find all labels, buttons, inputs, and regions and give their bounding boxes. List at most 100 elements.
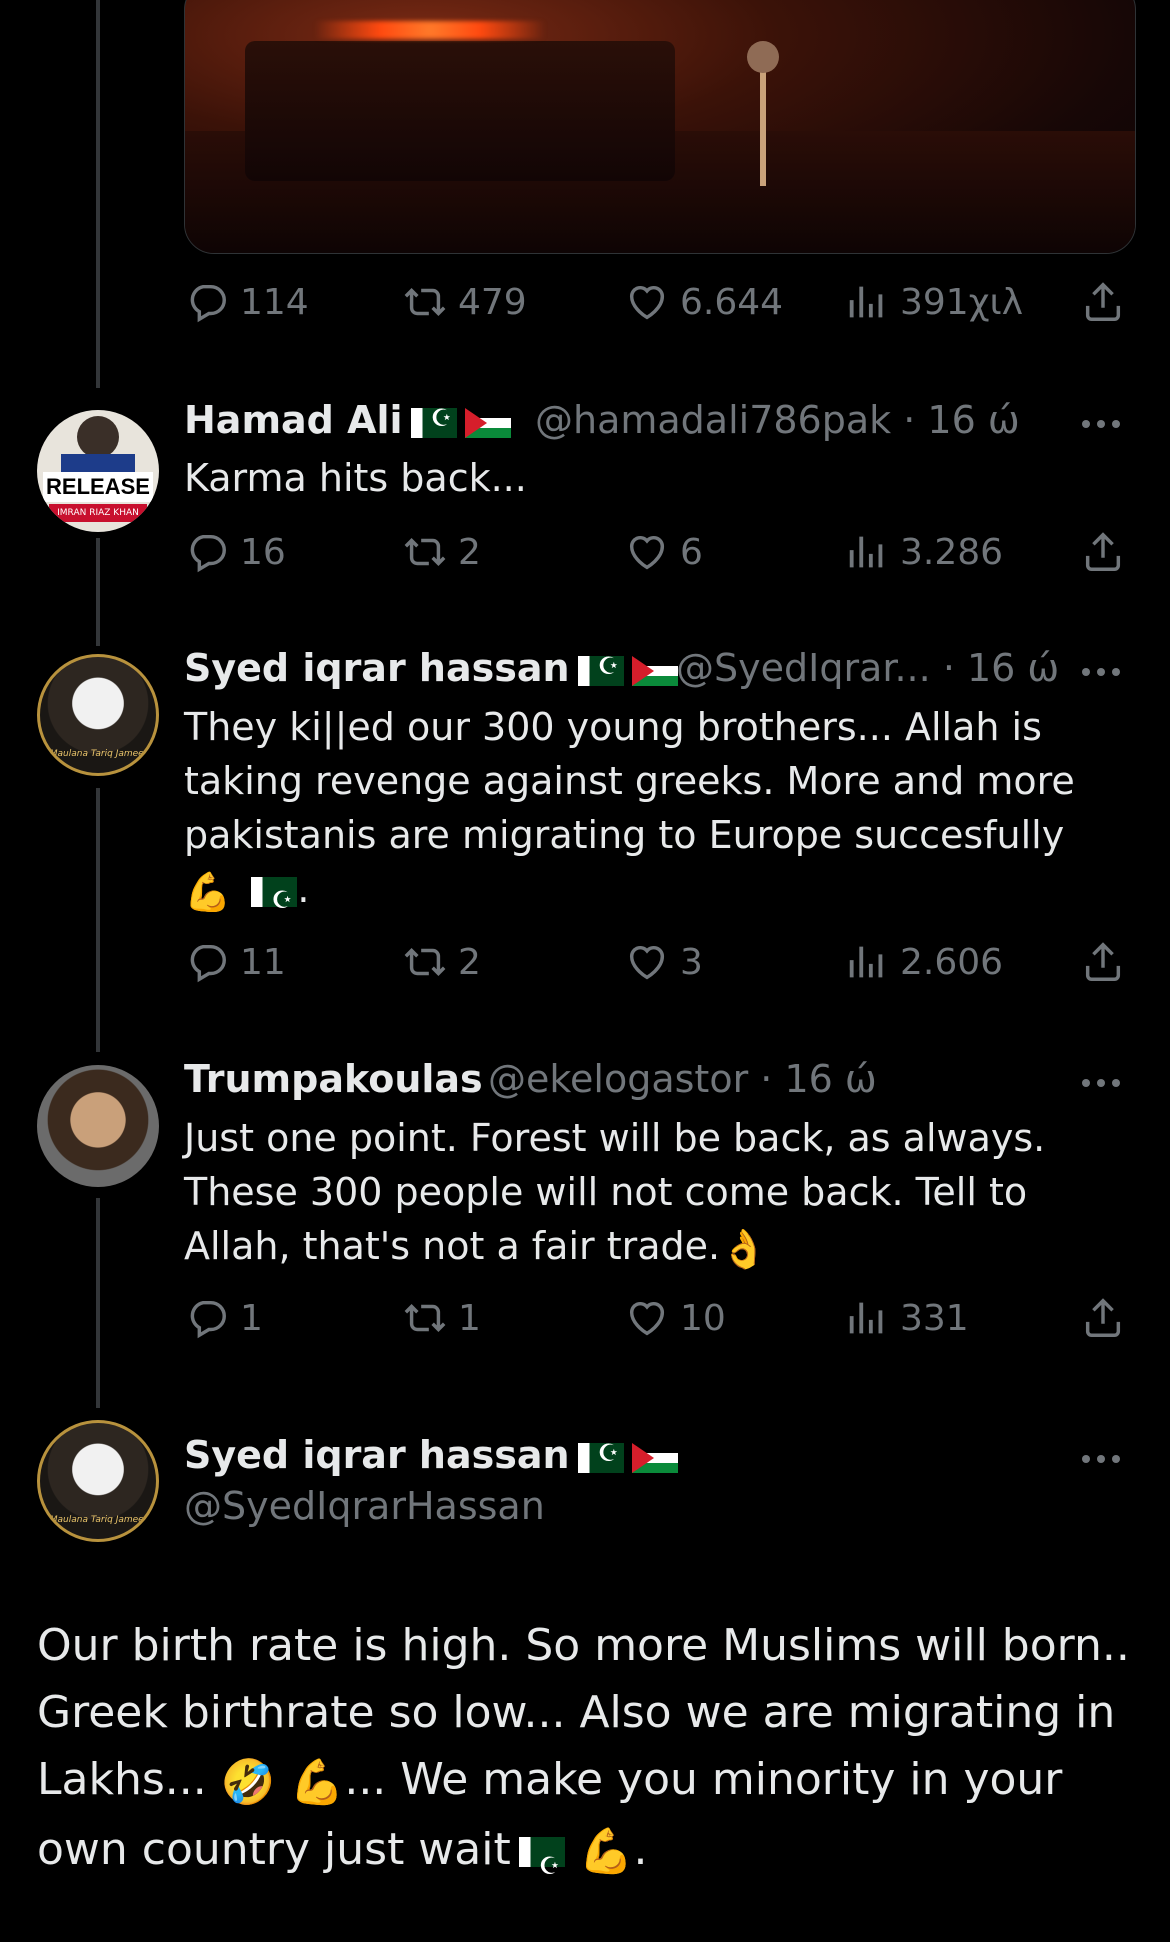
tweet-text: Karma hits back...	[184, 456, 527, 500]
pakistan-flag-icon	[518, 1833, 565, 1900]
user-name-text: Syed iqrar hassan	[184, 1433, 570, 1477]
reply-count: 114	[240, 281, 309, 323]
ok-hand-emoji: 👌	[720, 1226, 768, 1271]
media-pole	[760, 56, 766, 186]
user-name-text: Hamad Ali	[184, 398, 403, 442]
like-count: 6	[680, 531, 703, 573]
views-icon	[844, 1295, 890, 1341]
reply-button[interactable]: 114	[184, 272, 309, 332]
thread-line	[96, 0, 100, 388]
share-icon	[1080, 279, 1126, 325]
tweet-media-image[interactable]	[184, 0, 1136, 254]
user-name-text: Syed iqrar hassan	[184, 646, 570, 690]
reply-count: 1	[240, 1297, 263, 1339]
like-button[interactable]: 6.644	[624, 272, 783, 332]
share-button[interactable]	[1080, 932, 1126, 992]
tweet-time: · 16 ώ	[903, 398, 1020, 442]
like-count: 3	[680, 941, 703, 983]
avatar[interactable]: RELEASE IMRAN RIAZ KHAN	[37, 410, 159, 532]
views-button[interactable]: 331	[844, 1288, 969, 1348]
tweet-time: · 16 ώ	[942, 646, 1060, 690]
tweet-text-body: They ki||ed our 300 young brothers... Al…	[184, 705, 1075, 857]
retweet-button[interactable]: 2	[402, 522, 481, 582]
like-button[interactable]: 3	[624, 932, 703, 992]
palestine-flag-icon	[631, 1442, 678, 1473]
like-button[interactable]: 6	[624, 522, 703, 582]
user-handle[interactable]: @SyedIqrarHassan	[184, 1484, 545, 1528]
like-icon	[624, 529, 670, 575]
avatar[interactable]: Maulana Tariq Jameel	[37, 654, 159, 776]
retweet-icon	[402, 529, 448, 575]
retweet-count: 1	[458, 1297, 481, 1339]
views-icon	[844, 279, 890, 325]
retweet-count: 479	[458, 281, 527, 323]
reply-button[interactable]: 1	[184, 1288, 263, 1348]
reply-icon	[184, 279, 230, 325]
more-icon[interactable]	[1082, 1073, 1132, 1093]
like-icon	[624, 279, 670, 325]
retweet-button[interactable]: 2	[402, 932, 481, 992]
thread-line	[96, 1198, 100, 1408]
pakistan-flag-icon	[251, 873, 298, 927]
user-name[interactable]: Syed iqrar hassan	[184, 1433, 678, 1477]
share-icon	[1080, 529, 1126, 575]
retweet-button[interactable]: 1	[402, 1288, 481, 1348]
share-button[interactable]	[1080, 522, 1126, 582]
pakistan-flag-icon	[577, 652, 624, 686]
share-button[interactable]	[1080, 272, 1126, 332]
palestine-flag-icon	[464, 407, 511, 438]
avatar[interactable]: Maulana Tariq Jameel	[37, 1420, 159, 1542]
user-name[interactable]: Trumpakoulas	[184, 1057, 483, 1101]
user-handle-text: @ekelogastor	[488, 1057, 749, 1101]
thread-line	[96, 788, 100, 1052]
reply-button[interactable]: 11	[184, 932, 286, 992]
more-icon[interactable]	[1082, 662, 1132, 682]
views-count: 391χιλ	[900, 281, 1023, 323]
like-icon	[624, 939, 670, 985]
pakistan-flag-icon	[577, 1439, 624, 1473]
user-handle-text: @SyedIqrar...	[676, 646, 931, 690]
more-icon[interactable]	[1082, 1449, 1132, 1469]
views-button[interactable]: 391χιλ	[844, 272, 1023, 332]
views-button[interactable]: 2.606	[844, 932, 1003, 992]
reply-count: 11	[240, 941, 286, 983]
tweet-actions: 16 2 6 3.286	[184, 522, 1128, 582]
tweet-time: · 16 ώ	[760, 1057, 877, 1101]
share-button[interactable]	[1080, 1288, 1126, 1348]
views-button[interactable]: 3.286	[844, 522, 1003, 582]
pakistan-flag-icon	[410, 404, 457, 438]
rofl-emoji: 🤣	[220, 1756, 276, 1808]
reply-button[interactable]: 16	[184, 522, 286, 582]
like-count: 10	[680, 1297, 726, 1339]
tweet-text-body: Just one point. Forest will be back, as …	[184, 1116, 1046, 1268]
user-handle[interactable]: @SyedIqrar... · 16 ώ	[676, 646, 1059, 690]
tweet-main-text: Our birth rate is high. So more Muslims …	[37, 1612, 1147, 1900]
like-count: 6.644	[680, 281, 784, 323]
user-name[interactable]: Syed iqrar hassan	[184, 646, 678, 690]
retweet-count: 2	[458, 941, 481, 983]
tweet-text: They ki||ed our 300 young brothers... Al…	[184, 700, 1104, 927]
tweet-actions: 114 479 6.644 391χιλ	[184, 272, 1128, 332]
user-handle[interactable]: @ekelogastor · 16 ώ	[488, 1057, 877, 1101]
user-handle[interactable]: @hamadali786pak · 16 ώ	[535, 398, 1020, 442]
more-icon[interactable]	[1082, 414, 1132, 434]
avatar-subtext: IMRAN RIAZ KHAN	[49, 504, 147, 522]
retweet-icon	[402, 279, 448, 325]
user-handle-text: @hamadali786pak	[535, 398, 892, 442]
retweet-icon	[402, 1295, 448, 1341]
tweet-actions: 1 1 10 331	[184, 1288, 1128, 1348]
user-name-text: Trumpakoulas	[184, 1057, 483, 1101]
reply-icon	[184, 529, 230, 575]
avatar[interactable]	[37, 1065, 159, 1187]
retweet-button[interactable]: 479	[402, 272, 527, 332]
palestine-flag-icon	[631, 655, 678, 686]
like-button[interactable]: 10	[624, 1288, 726, 1348]
share-icon	[1080, 1295, 1126, 1341]
user-name[interactable]: Hamad Ali	[184, 398, 511, 442]
like-icon	[624, 1295, 670, 1341]
reply-icon	[184, 939, 230, 985]
avatar-text: RELEASE	[43, 472, 153, 502]
retweet-count: 2	[458, 531, 481, 573]
flexed-biceps-emoji: 💪	[578, 1826, 634, 1877]
media-truck	[245, 41, 675, 181]
